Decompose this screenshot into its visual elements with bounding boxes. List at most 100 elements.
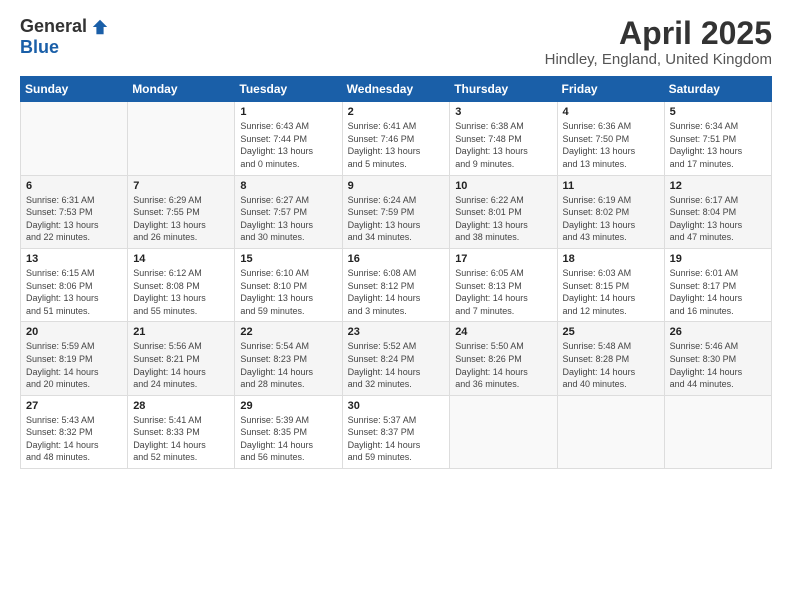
location: Hindley, England, United Kingdom (545, 51, 772, 68)
calendar-cell: 1 Sunrise: 6:43 AM Sunset: 7:44 PM Daylig… (235, 102, 342, 175)
calendar-cell: 11Sunrise: 6:19 AM Sunset: 8:02 PM Dayli… (557, 175, 664, 248)
day-number: 6 (26, 180, 122, 192)
calendar-cell: 26 Sunrise: 5:46 AM Sunset: 8:30 PM Dayli… (664, 322, 771, 395)
day-number: 27 (26, 400, 122, 412)
calendar-cell: 2 Sunrise: 6:41 AM Sunset: 7:46 PM Daylig… (342, 102, 450, 175)
day-info: Sunrise: 6:27 AM Sunset: 7:57 PM Dayligh… (240, 194, 336, 244)
calendar-cell (21, 102, 128, 175)
day-info: Sunrise: 6:34 AM Sunset: 7:51 PM Dayligh… (670, 120, 766, 170)
day-number: 8 (240, 180, 336, 192)
day-info: Sunrise: 6:38 AM Sunset: 7:48 PM Dayligh… (455, 120, 551, 170)
day-info: Sunrise: 5:39 AM Sunset: 8:35 PM Dayligh… (240, 414, 336, 464)
day-number: 18 (563, 253, 659, 265)
header-thursday: Thursday (450, 77, 557, 102)
calendar-header-row: Sunday Monday Tuesday Wednesday Thursday… (21, 77, 772, 102)
header-saturday: Saturday (664, 77, 771, 102)
calendar-cell: 6 Sunrise: 6:31 AM Sunset: 7:53 PM Daylig… (21, 175, 128, 248)
calendar-cell: 3 Sunrise: 6:38 AM Sunset: 7:48 PM Daylig… (450, 102, 557, 175)
page: General Blue April 2025 Hindley, England… (0, 0, 792, 612)
title-block: April 2025 Hindley, England, United King… (545, 16, 772, 68)
calendar-cell: 4 Sunrise: 6:36 AM Sunset: 7:50 PM Daylig… (557, 102, 664, 175)
day-number: 11 (563, 180, 659, 192)
day-number: 2 (348, 106, 445, 118)
calendar-week-2: 13 Sunrise: 6:15 AM Sunset: 8:06 PM Dayli… (21, 248, 772, 321)
day-info: Sunrise: 5:41 AM Sunset: 8:33 PM Dayligh… (133, 414, 229, 464)
day-number: 29 (240, 400, 336, 412)
day-number: 24 (455, 326, 551, 338)
calendar-cell: 27 Sunrise: 5:43 AM Sunset: 8:32 PM Dayli… (21, 395, 128, 468)
logo-icon (91, 18, 109, 36)
day-info: Sunrise: 6:31 AM Sunset: 7:53 PM Dayligh… (26, 194, 122, 244)
day-number: 28 (133, 400, 229, 412)
day-number: 19 (670, 253, 766, 265)
calendar-cell: 12 Sunrise: 6:17 AM Sunset: 8:04 PM Dayli… (664, 175, 771, 248)
header-friday: Friday (557, 77, 664, 102)
calendar-cell: 10 Sunrise: 6:22 AM Sunset: 8:01 PM Dayli… (450, 175, 557, 248)
calendar-cell: 13 Sunrise: 6:15 AM Sunset: 8:06 PM Dayli… (21, 248, 128, 321)
day-info: Sunrise: 5:37 AM Sunset: 8:37 PM Dayligh… (348, 414, 445, 464)
day-info: Sunrise: 6:01 AM Sunset: 8:17 PM Dayligh… (670, 267, 766, 317)
calendar-cell: 15Sunrise: 6:10 AM Sunset: 8:10 PM Dayli… (235, 248, 342, 321)
calendar-cell (450, 395, 557, 468)
calendar-cell: 18 Sunrise: 6:03 AM Sunset: 8:15 PM Dayli… (557, 248, 664, 321)
calendar-cell: 8 Sunrise: 6:27 AM Sunset: 7:57 PM Daylig… (235, 175, 342, 248)
day-number: 14 (133, 253, 229, 265)
header-wednesday: Wednesday (342, 77, 450, 102)
day-info: Sunrise: 6:08 AM Sunset: 8:12 PM Dayligh… (348, 267, 445, 317)
calendar-cell: 9 Sunrise: 6:24 AM Sunset: 7:59 PM Daylig… (342, 175, 450, 248)
calendar-cell: 17 Sunrise: 6:05 AM Sunset: 8:13 PM Dayli… (450, 248, 557, 321)
logo-general: General (20, 16, 87, 37)
day-number: 10 (455, 180, 551, 192)
day-info: Sunrise: 5:52 AM Sunset: 8:24 PM Dayligh… (348, 340, 445, 390)
calendar-cell (128, 102, 235, 175)
day-info: Sunrise: 5:46 AM Sunset: 8:30 PM Dayligh… (670, 340, 766, 390)
day-info: Sunrise: 6:43 AM Sunset: 7:44 PM Dayligh… (240, 120, 336, 170)
day-info: Sunrise: 5:54 AM Sunset: 8:23 PM Dayligh… (240, 340, 336, 390)
day-number: 7 (133, 180, 229, 192)
day-info: Sunrise: 6:05 AM Sunset: 8:13 PM Dayligh… (455, 267, 551, 317)
calendar-cell: 30Sunrise: 5:37 AM Sunset: 8:37 PM Dayli… (342, 395, 450, 468)
logo-blue: Blue (20, 37, 59, 58)
calendar-cell: 29 Sunrise: 5:39 AM Sunset: 8:35 PM Dayli… (235, 395, 342, 468)
day-info: Sunrise: 6:22 AM Sunset: 8:01 PM Dayligh… (455, 194, 551, 244)
calendar-week-4: 27 Sunrise: 5:43 AM Sunset: 8:32 PM Dayli… (21, 395, 772, 468)
day-info: Sunrise: 6:36 AM Sunset: 7:50 PM Dayligh… (563, 120, 659, 170)
calendar-cell: 20Sunrise: 5:59 AM Sunset: 8:19 PM Dayli… (21, 322, 128, 395)
day-info: Sunrise: 5:50 AM Sunset: 8:26 PM Dayligh… (455, 340, 551, 390)
day-info: Sunrise: 6:41 AM Sunset: 7:46 PM Dayligh… (348, 120, 445, 170)
calendar-week-1: 6 Sunrise: 6:31 AM Sunset: 7:53 PM Daylig… (21, 175, 772, 248)
header: General Blue April 2025 Hindley, England… (20, 16, 772, 68)
day-info: Sunrise: 5:59 AM Sunset: 8:19 PM Dayligh… (26, 340, 122, 390)
day-number: 4 (563, 106, 659, 118)
calendar-cell (557, 395, 664, 468)
day-number: 26 (670, 326, 766, 338)
day-number: 22 (240, 326, 336, 338)
day-info: Sunrise: 6:12 AM Sunset: 8:08 PM Dayligh… (133, 267, 229, 317)
day-number: 1 (240, 106, 336, 118)
day-number: 3 (455, 106, 551, 118)
calendar-cell: 24 Sunrise: 5:50 AM Sunset: 8:26 PM Dayli… (450, 322, 557, 395)
day-info: Sunrise: 6:15 AM Sunset: 8:06 PM Dayligh… (26, 267, 122, 317)
calendar-cell: 19 Sunrise: 6:01 AM Sunset: 8:17 PM Dayli… (664, 248, 771, 321)
header-monday: Monday (128, 77, 235, 102)
calendar-cell: 5Sunrise: 6:34 AM Sunset: 7:51 PM Daylig… (664, 102, 771, 175)
calendar-cell: 14 Sunrise: 6:12 AM Sunset: 8:08 PM Dayli… (128, 248, 235, 321)
day-number: 23 (348, 326, 445, 338)
day-number: 16 (348, 253, 445, 265)
day-info: Sunrise: 5:56 AM Sunset: 8:21 PM Dayligh… (133, 340, 229, 390)
day-number: 13 (26, 253, 122, 265)
day-number: 12 (670, 180, 766, 192)
day-info: Sunrise: 5:43 AM Sunset: 8:32 PM Dayligh… (26, 414, 122, 464)
day-info: Sunrise: 6:17 AM Sunset: 8:04 PM Dayligh… (670, 194, 766, 244)
day-info: Sunrise: 6:29 AM Sunset: 7:55 PM Dayligh… (133, 194, 229, 244)
day-info: Sunrise: 6:03 AM Sunset: 8:15 PM Dayligh… (563, 267, 659, 317)
day-number: 15 (240, 253, 336, 265)
calendar-week-0: 1 Sunrise: 6:43 AM Sunset: 7:44 PM Daylig… (21, 102, 772, 175)
day-info: Sunrise: 6:24 AM Sunset: 7:59 PM Dayligh… (348, 194, 445, 244)
calendar-cell: 7 Sunrise: 6:29 AM Sunset: 7:55 PM Daylig… (128, 175, 235, 248)
day-number: 17 (455, 253, 551, 265)
calendar-cell: 28 Sunrise: 5:41 AM Sunset: 8:33 PM Dayli… (128, 395, 235, 468)
calendar-week-3: 20Sunrise: 5:59 AM Sunset: 8:19 PM Dayli… (21, 322, 772, 395)
header-sunday: Sunday (21, 77, 128, 102)
day-number: 9 (348, 180, 445, 192)
